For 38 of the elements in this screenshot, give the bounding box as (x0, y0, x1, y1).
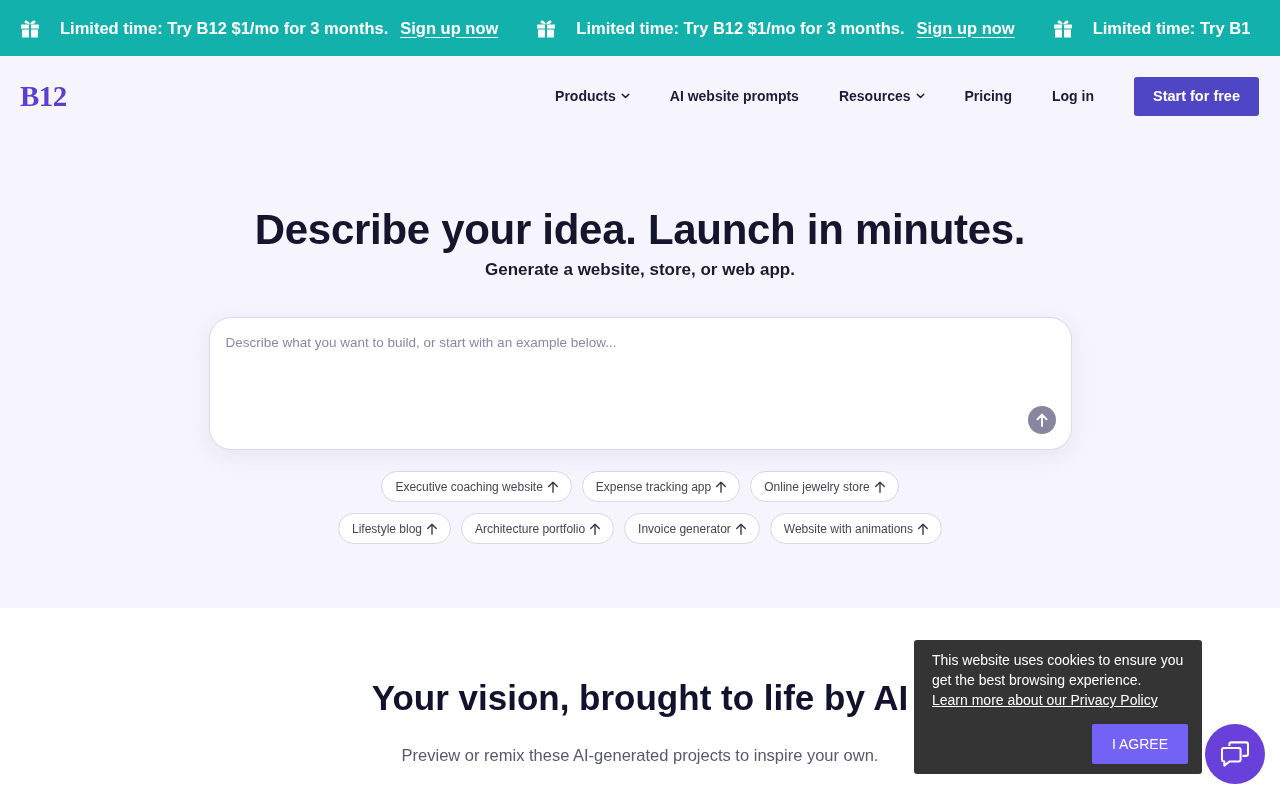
promo-text: Limited time: Try B12 $1/mo for 3 months. (576, 18, 905, 38)
nav-link[interactable]: Log in (1051, 88, 1094, 104)
arrow-up-icon (917, 522, 929, 535)
example-chip[interactable]: Lifestyle blog (338, 513, 452, 544)
promo-text: Limited time: Try B12 $1/mo for 3 months. (60, 18, 389, 38)
privacy-policy-link[interactable]: Learn more about our Privacy Policy (932, 692, 1158, 708)
arrow-up-icon (1035, 413, 1048, 427)
gift-icon (20, 18, 40, 38)
example-chip[interactable]: Website with animations (769, 513, 942, 544)
gift-icon (1052, 18, 1073, 38)
start-for-free-button[interactable]: Start for free (1133, 76, 1259, 116)
section-description: Preview or remix these AI-generated projects to inspire your own. (401, 745, 879, 766)
arrow-up-icon (734, 522, 747, 535)
logo[interactable]: B12 (20, 79, 67, 113)
prompt-input[interactable]: Describe what you want to build, or start with an example below... (208, 317, 1072, 450)
example-chip[interactable]: Architecture portfolio (461, 513, 615, 544)
arrow-up-icon (426, 522, 439, 535)
chat-button[interactable] (1205, 724, 1265, 784)
arrow-up-icon (873, 480, 886, 493)
example-chip[interactable]: Executive coaching website (381, 471, 572, 502)
agree-button[interactable]: I AGREE (1092, 724, 1188, 764)
arrow-up-icon (546, 480, 559, 493)
cookie-message: This website uses cookies to ensure you get the best browsing experience. Learn more about our Privacy Policy (932, 651, 1185, 710)
nav-link[interactable]: AI website prompts (669, 88, 799, 104)
promo-text: Limited time: Try B1 (1092, 18, 1251, 38)
section-heading: Your vision, brought to life by AI (371, 677, 909, 719)
chat-icon (1221, 741, 1249, 767)
example-chip[interactable]: Expense tracking app (581, 471, 741, 502)
arrow-up-icon (715, 480, 728, 493)
gift-icon (536, 18, 557, 38)
example-chip[interactable]: Online jewelry store (750, 471, 899, 502)
hero-heading: Describe your idea. Launch in minutes. (254, 205, 1026, 255)
nav-link[interactable]: Resources (838, 88, 925, 104)
nav-link[interactable]: Products (555, 88, 630, 104)
hero-subheading: Generate a website, store, or web app. (485, 259, 795, 281)
arrow-up-icon (589, 522, 602, 535)
nav-link[interactable]: Pricing (964, 88, 1012, 104)
example-chip[interactable]: Invoice generator (624, 513, 760, 544)
